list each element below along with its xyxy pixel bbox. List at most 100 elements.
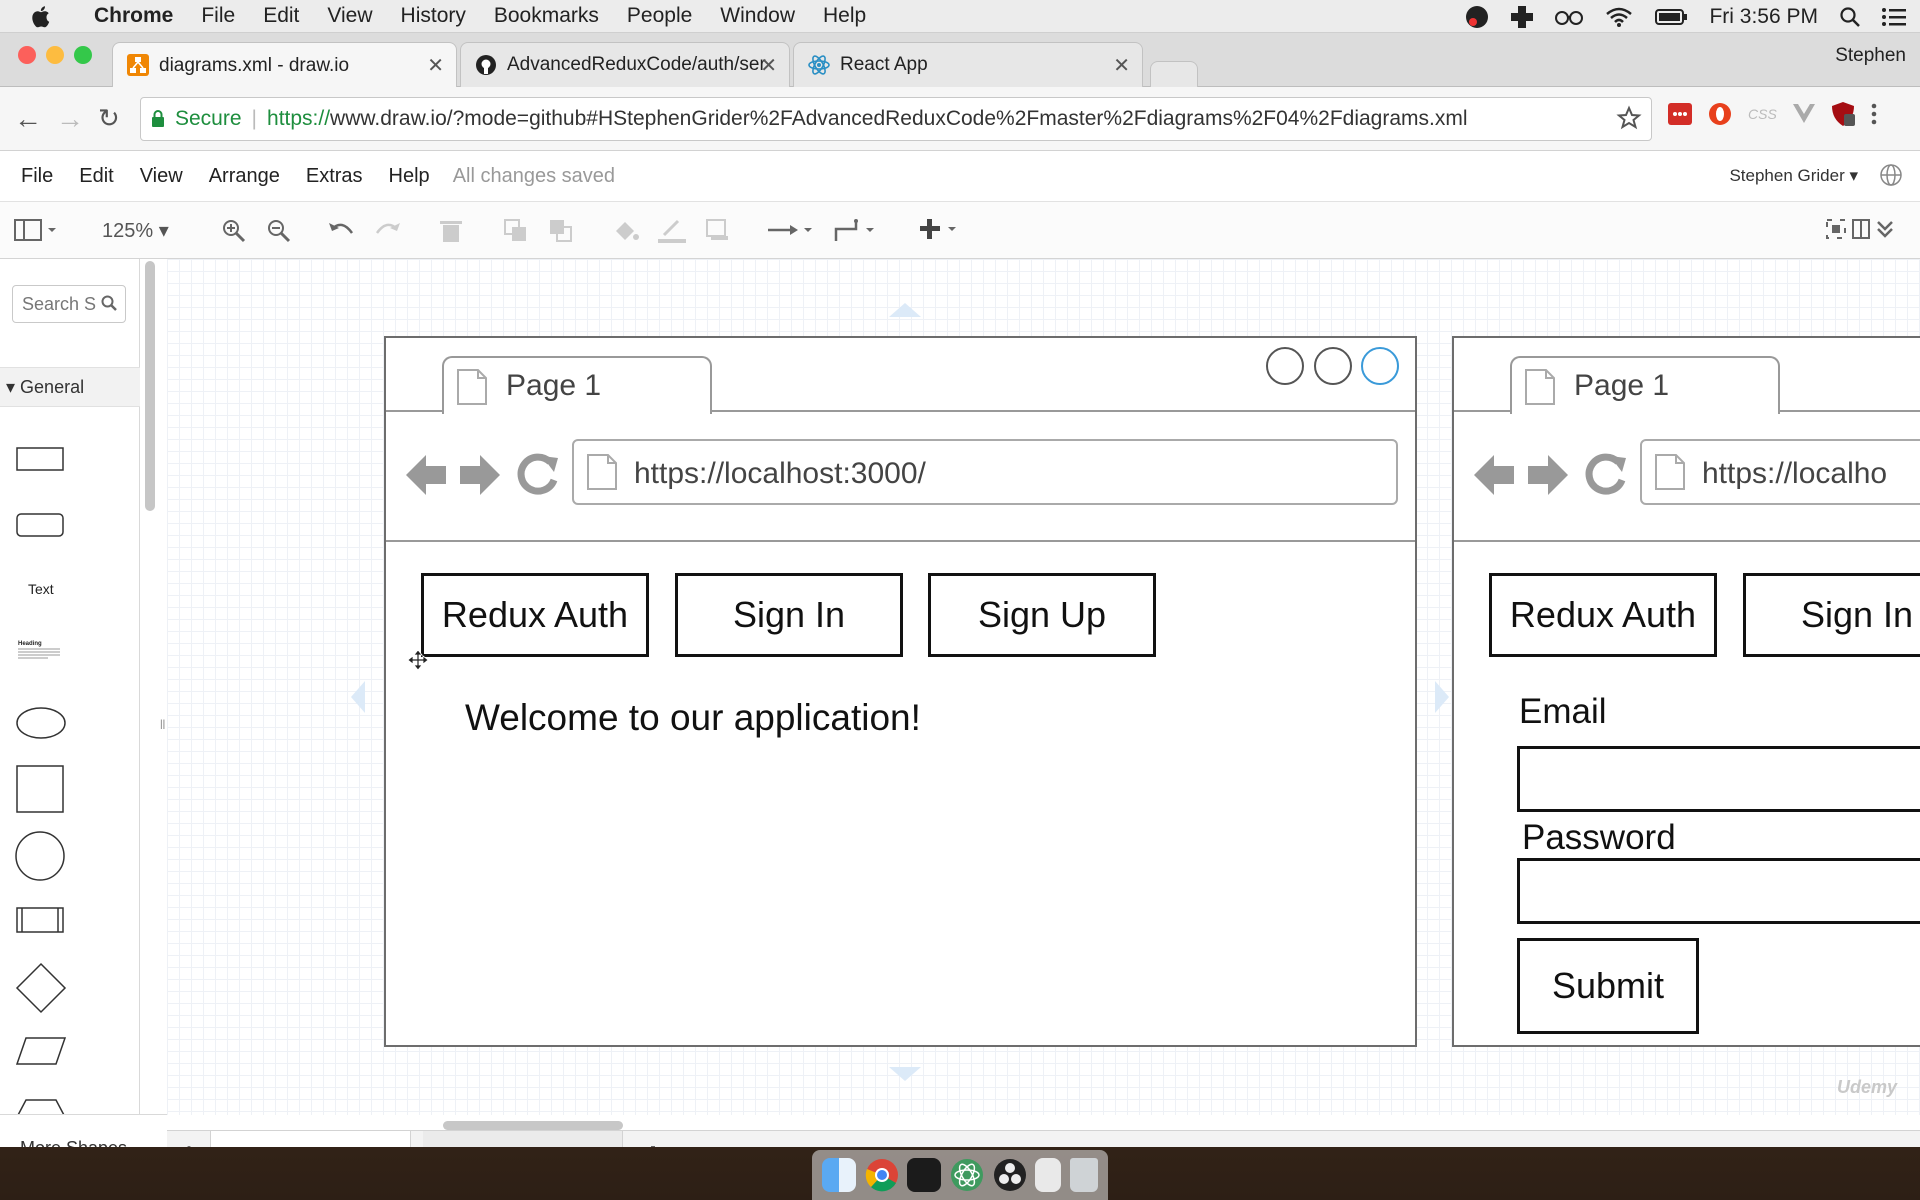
add-page-icon[interactable]	[631, 1131, 675, 1147]
shape-rectangle[interactable]	[16, 447, 64, 471]
bookmark-star-icon[interactable]	[1616, 105, 1642, 130]
line-color-icon[interactable]	[658, 219, 686, 243]
menu-history[interactable]: History	[387, 4, 480, 28]
fill-color-icon[interactable]	[613, 219, 639, 243]
wifi-icon[interactable]	[1605, 7, 1633, 27]
zoom-dropdown[interactable]: 125% ▾	[102, 218, 169, 243]
documents-icon[interactable]	[1035, 1158, 1062, 1192]
diagram-canvas[interactable]: Page 1 https://localhost:3000/ Redux Aut…	[167, 259, 1920, 1115]
panel-resize-handle[interactable]: ||	[160, 719, 165, 730]
window-close-button[interactable]	[18, 46, 36, 64]
page-tab-state[interactable]: 02 - state	[423, 1131, 623, 1147]
undo-icon[interactable]	[328, 219, 354, 241]
expand-down-icon[interactable]	[889, 1067, 921, 1081]
close-tab-icon[interactable]: ✕	[1113, 53, 1130, 78]
obs-status-icon[interactable]	[1465, 5, 1489, 29]
menubar-clock[interactable]: Fri 3:56 PM	[1709, 5, 1818, 29]
glasses-icon[interactable]	[1555, 9, 1584, 25]
back-arrow-icon[interactable]: ←	[14, 103, 42, 135]
drawio-menu-extras[interactable]: Extras	[293, 165, 376, 188]
toggle-format-icon[interactable]	[1852, 219, 1870, 239]
menu-help[interactable]: Help	[809, 4, 880, 28]
globe-icon[interactable]	[1880, 164, 1902, 186]
palette-general-header[interactable]: ▾ General	[0, 367, 140, 407]
plus-status-icon[interactable]	[1511, 5, 1534, 28]
delete-icon[interactable]	[440, 219, 462, 243]
drawio-menu-edit[interactable]: Edit	[66, 165, 126, 188]
tab-drawio[interactable]: diagrams.xml - draw.io ✕	[112, 42, 457, 88]
mockup-sign-in-button[interactable]: Sign In	[1743, 573, 1920, 657]
mockup-redux-auth-button[interactable]: Redux Auth	[1489, 573, 1717, 657]
shape-ellipse[interactable]	[16, 707, 66, 739]
menu-view[interactable]: View	[313, 4, 386, 28]
terminal-icon[interactable]	[907, 1158, 942, 1192]
insert-plus-icon[interactable]	[920, 219, 960, 241]
drawio-user-menu[interactable]: Stephen Grider ▾	[1729, 166, 1858, 186]
drawio-menu-view[interactable]: View	[127, 165, 196, 188]
battery-icon[interactable]	[1655, 8, 1688, 25]
drawio-menu-file[interactable]: File	[8, 165, 66, 188]
mockup-password-field[interactable]	[1517, 858, 1920, 924]
css-extension-label[interactable]: CSS	[1748, 106, 1777, 122]
drawio-menu-arrange[interactable]: Arrange	[196, 165, 293, 188]
vue-extension-icon[interactable]	[1792, 104, 1815, 124]
close-tab-icon[interactable]: ✕	[760, 53, 777, 78]
menu-app-name[interactable]: Chrome	[80, 4, 187, 28]
drawio-menu-help[interactable]: Help	[376, 165, 443, 188]
new-tab-button[interactable]	[1150, 61, 1198, 87]
menu-file[interactable]: File	[187, 4, 249, 28]
omnibox[interactable]: Secure | https:// www.draw.io/?mode=gith…	[140, 97, 1652, 141]
mockup-sign-in-button[interactable]: Sign In	[675, 573, 903, 657]
mockup-email-field[interactable]	[1517, 746, 1920, 812]
expand-up-icon[interactable]	[889, 303, 921, 317]
expand-left-icon[interactable]	[351, 681, 365, 713]
menu-edit[interactable]: Edit	[249, 4, 313, 28]
atom-icon[interactable]	[950, 1158, 984, 1192]
spotlight-search-icon[interactable]	[1840, 6, 1860, 27]
menu-window[interactable]: Window	[706, 4, 809, 28]
to-back-icon[interactable]	[549, 219, 573, 243]
connection-style-icon[interactable]	[768, 219, 814, 241]
palette-scrollbar[interactable]	[145, 261, 155, 511]
browser-mockup-signin[interactable]: Page 1 https://localho Redux Auth Sign I…	[1452, 336, 1920, 1047]
shape-text[interactable]: Text	[28, 581, 54, 597]
zoom-out-icon[interactable]	[267, 219, 291, 243]
profile-name[interactable]: Stephen	[1835, 45, 1906, 67]
apple-menu-icon[interactable]	[0, 5, 80, 28]
canvas-horizontal-scrollbar[interactable]	[443, 1121, 623, 1130]
tab-react-app[interactable]: React App ✕	[793, 42, 1143, 87]
window-minimize-button[interactable]	[46, 46, 64, 64]
shape-process[interactable]	[16, 907, 64, 933]
to-front-icon[interactable]	[504, 219, 528, 243]
finder-icon[interactable]	[822, 1158, 857, 1192]
forward-arrow-icon[interactable]: →	[56, 103, 84, 135]
shape-circle[interactable]	[15, 831, 65, 881]
browser-mockup-home[interactable]: Page 1 https://localhost:3000/ Redux Aut…	[384, 336, 1417, 1047]
waypoints-icon[interactable]	[834, 219, 880, 243]
shape-search-input[interactable]: Search S	[12, 285, 126, 323]
opera-extension-icon[interactable]	[1708, 102, 1732, 126]
redo-icon[interactable]	[375, 219, 401, 241]
lastpass-extension-icon[interactable]	[1668, 103, 1692, 125]
reload-icon[interactable]: ↻	[98, 103, 120, 134]
chrome-icon[interactable]	[865, 1158, 899, 1192]
menu-people[interactable]: People	[613, 4, 706, 28]
shape-rounded-rectangle[interactable]	[16, 513, 64, 537]
expand-right-icon[interactable]	[1435, 681, 1449, 713]
mockup-redux-auth-button[interactable]: Redux Auth	[421, 573, 649, 657]
window-zoom-button[interactable]	[74, 46, 92, 64]
chrome-menu-icon[interactable]	[1871, 103, 1877, 125]
page-menu-icon[interactable]	[167, 1131, 211, 1147]
tab-github[interactable]: AdvancedReduxCode/auth/ser ✕	[460, 42, 790, 87]
collapse-chevron-icon[interactable]	[1876, 219, 1894, 239]
format-panel-icon[interactable]	[14, 219, 58, 241]
close-tab-icon[interactable]: ✕	[427, 53, 444, 78]
notification-center-icon[interactable]	[1882, 7, 1906, 26]
zoom-in-icon[interactable]	[222, 219, 246, 243]
shape-square[interactable]	[16, 765, 64, 813]
mockup-submit-button[interactable]: Submit	[1517, 938, 1699, 1034]
ublock-extension-icon[interactable]	[1831, 101, 1855, 127]
shape-textbox[interactable]: Heading	[18, 641, 62, 661]
trash-icon[interactable]	[1069, 1158, 1098, 1192]
fullscreen-icon[interactable]	[1826, 219, 1846, 239]
